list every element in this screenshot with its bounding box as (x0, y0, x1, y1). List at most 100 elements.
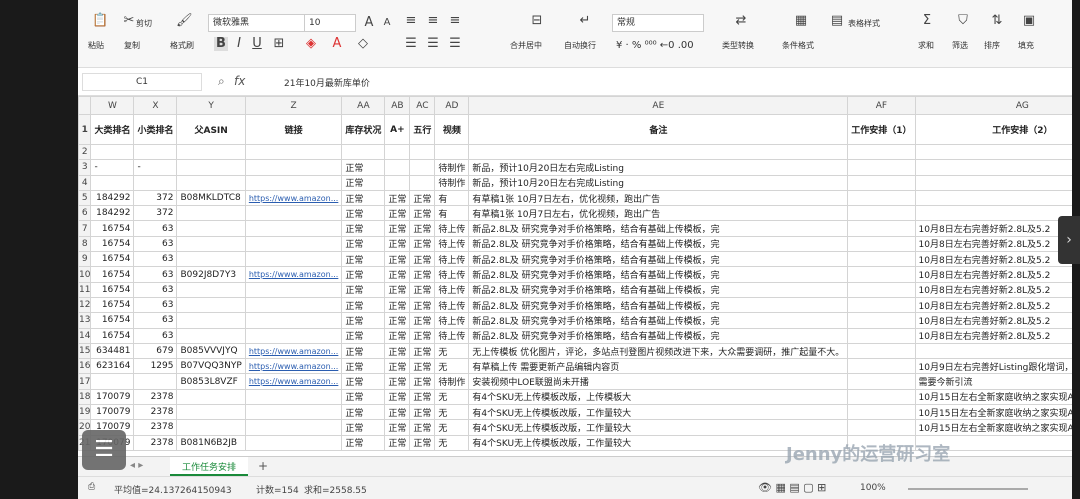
table-cell[interactable]: 10月9日左右完善好Listing跟化增词，广告调词 (914, 358, 1072, 375)
column-header[interactable]: AA (341, 96, 386, 115)
cell-reference-box[interactable]: C1 (82, 73, 202, 91)
corner-cell[interactable] (78, 96, 92, 115)
column-header[interactable]: AD (434, 96, 470, 115)
table-cell[interactable]: 63 (133, 327, 178, 344)
table-cell[interactable]: 无 (434, 388, 470, 406)
table-cell[interactable]: B092J8D7Y3 (176, 266, 246, 283)
table-cell[interactable] (847, 174, 916, 191)
table-style-label[interactable]: 表格样式 (848, 18, 880, 29)
table-cell[interactable] (176, 143, 246, 161)
table-cell[interactable]: 正常 (341, 342, 386, 360)
table-cell[interactable]: 184292 (90, 205, 135, 222)
table-cell[interactable]: https://www.amazon... (244, 189, 343, 207)
table-cell[interactable]: 正常 (384, 327, 411, 344)
table-cell[interactable] (176, 327, 246, 344)
conditional-format-label[interactable]: 条件格式 (782, 40, 814, 51)
table-cell[interactable]: 10月15日左右全新家庭收纳之家实现A+美观及助推 (914, 404, 1072, 421)
table-cell[interactable]: 正常 (384, 266, 411, 283)
table-cell[interactable]: 正常 (384, 358, 411, 375)
fill-color-icon[interactable]: ◈ (304, 37, 318, 51)
header-cell[interactable]: 备注 (468, 114, 849, 145)
table-cell[interactable] (244, 404, 343, 421)
table-cell[interactable]: 10月15日左右全新家庭收纳之家实现A+美观及助推 (914, 419, 1072, 436)
row-header[interactable]: 3 (78, 159, 92, 176)
table-cell[interactable]: 2378 (133, 434, 178, 451)
header-cell[interactable]: 视频 (434, 114, 470, 145)
convert-icon[interactable]: ⇄ (734, 14, 748, 28)
table-cell[interactable]: 10月8日左右完善好新2.8L及5.2 (914, 312, 1072, 329)
row-header[interactable]: 1 (78, 114, 92, 145)
table-cell[interactable]: 正常 (409, 205, 436, 222)
row-header[interactable]: 11 (78, 281, 92, 298)
format-painter-icon[interactable]: 🖌 (176, 14, 193, 28)
row-header[interactable]: 10 (78, 266, 92, 283)
table-cell[interactable] (176, 205, 246, 222)
conditional-format-icon[interactable]: ▦ (794, 14, 808, 28)
table-cell[interactable] (914, 342, 1072, 360)
align-top-icon[interactable]: ≡ (404, 14, 418, 28)
table-cell[interactable] (409, 159, 436, 176)
table-cell[interactable]: 新品2.8L及 研究竞争对手价格策略，结合有基础上传模板，完 (468, 220, 849, 237)
table-cell[interactable] (847, 327, 916, 344)
number-format-select[interactable]: 常规 (612, 14, 704, 32)
table-cell[interactable]: - (133, 159, 178, 176)
table-cell[interactable]: 需要今新引流 (914, 373, 1072, 390)
table-cell[interactable]: 待上传 (434, 312, 470, 329)
column-header[interactable]: AB (384, 96, 411, 115)
align-right-icon[interactable]: ☰ (448, 37, 462, 51)
sheet-grid[interactable]: WXYZAAABACADAEAFAGAHAI 1大类排名小类排名父ASIN链接库… (78, 96, 1072, 456)
table-cell[interactable]: 无上传模板 优化图片，评论，多站点刊登图片视频改进下来，大众需要调研，推广起量不… (468, 342, 849, 360)
format-painter-label[interactable]: 格式刷 (170, 40, 194, 51)
table-cell[interactable]: 正常 (409, 358, 436, 375)
table-cell[interactable] (244, 174, 343, 191)
side-expand-button[interactable]: › (1058, 216, 1080, 264)
fill-icon[interactable]: ▣ (1022, 14, 1036, 28)
table-cell[interactable] (90, 174, 135, 191)
table-cell[interactable]: 新品，预计10月20日左右完成Listing (468, 159, 849, 176)
table-cell[interactable]: 2378 (133, 419, 178, 436)
table-cell[interactable] (847, 358, 916, 375)
table-cell[interactable]: 有草稿1张 10月7日左右，优化视频，跑出广告 (468, 205, 849, 222)
fill-label[interactable]: 填充 (1018, 40, 1034, 51)
row-header[interactable]: 8 (78, 235, 92, 253)
table-cell[interactable]: 新品2.8L及 研究竞争对手价格策略，结合有基础上传模板，完 (468, 296, 849, 314)
table-cell[interactable]: 63 (133, 312, 178, 329)
table-cell[interactable] (847, 251, 916, 268)
table-cell[interactable] (847, 143, 916, 161)
currency-icon[interactable]: ¥ · % ⁰⁰⁰ ←0 .00 (616, 40, 694, 51)
table-cell[interactable]: 待制作 (434, 174, 470, 191)
row-header[interactable]: 2 (78, 143, 92, 161)
table-cell[interactable]: 正常 (341, 358, 386, 375)
table-cell[interactable]: 正常 (384, 342, 411, 360)
table-cell[interactable] (847, 266, 916, 283)
table-cell[interactable]: 正常 (341, 312, 386, 329)
table-cell[interactable]: 正常 (341, 388, 386, 406)
convert-label[interactable]: 类型转换 (722, 40, 754, 51)
table-cell[interactable]: 16754 (90, 296, 135, 314)
table-cell[interactable] (847, 373, 916, 390)
table-cell[interactable]: 新品，预计10月20日左右完成Listing (468, 174, 849, 191)
merge-label[interactable]: 合并居中 (510, 40, 542, 51)
table-cell[interactable]: 正常 (384, 296, 411, 314)
table-cell[interactable]: 10月8日左右完善好新2.8L及5.2 (914, 327, 1072, 344)
table-cell[interactable]: 无 (434, 434, 470, 451)
table-cell[interactable]: 正常 (409, 342, 436, 360)
zoom-search-icon[interactable]: ⌕ (218, 74, 225, 89)
table-cell[interactable]: 正常 (384, 235, 411, 253)
row-header[interactable]: 7 (78, 220, 92, 237)
row-header[interactable]: 14 (78, 327, 92, 344)
table-cell[interactable]: 正常 (341, 327, 386, 344)
table-cell[interactable] (244, 251, 343, 268)
view-mode-icon[interactable]: 👁 ▦ ▤ ▢ ⊞ (758, 481, 826, 494)
table-cell[interactable]: 正常 (341, 235, 386, 253)
table-cell[interactable]: 有草稿1张 10月7日左右，优化视频，跑出广告 (468, 189, 849, 207)
table-cell[interactable] (914, 174, 1072, 191)
align-left-icon[interactable]: ☰ (404, 37, 418, 51)
table-cell[interactable] (244, 388, 343, 406)
table-cell[interactable]: 正常 (409, 220, 436, 237)
table-cell[interactable] (244, 296, 343, 314)
table-cell[interactable] (176, 296, 246, 314)
header-cell[interactable]: 库存状况 (341, 114, 386, 145)
table-cell[interactable] (176, 419, 246, 436)
align-bottom-icon[interactable]: ≡ (448, 14, 462, 28)
